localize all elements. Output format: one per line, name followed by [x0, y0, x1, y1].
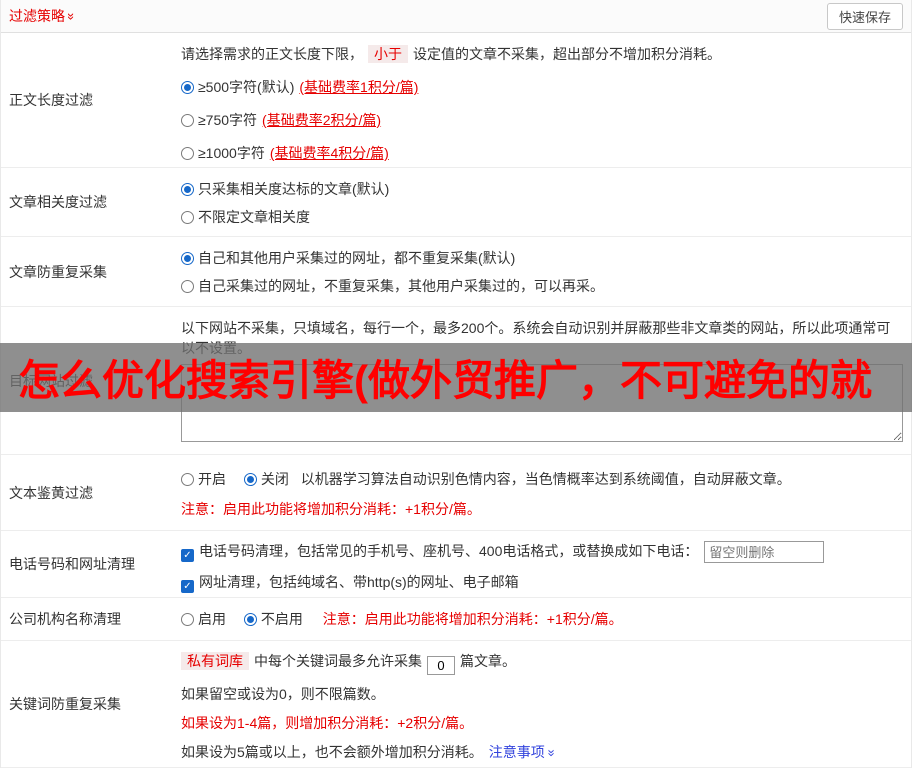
radio-option-dedup-self-only[interactable]: 自己采集过的网址，不重复采集，其他用户采集过的，可以再采。 [181, 276, 903, 296]
radio-label: 不限定文章相关度 [198, 209, 310, 225]
row-target-site-filter: 目标网站过滤 以下网站不采集，只填域名，每行一个，最多200个。系统会自动识别并… [1, 307, 911, 455]
radio-option-750-chars[interactable]: ≥750字符 (基础费率2积分/篇) [181, 110, 903, 130]
less-than-tag: 小于 [368, 45, 408, 63]
replacement-phone-input[interactable] [704, 541, 825, 564]
radio-label: 不启用 [260, 611, 303, 627]
row-label-target-site: 目标网站过滤 [9, 372, 93, 389]
company-cleanup-content: 启用 不启用 注意：启用此功能将增加积分消耗：+1积分/篇。 [173, 598, 911, 640]
row-body-length-filter: 正文长度过滤 请选择需求的正文长度下限， 小于 设定值的文章不采集，超出部分不增加积… [1, 33, 911, 168]
radio-option-1000-chars[interactable]: ≥1000字符 (基础费率4积分/篇) [181, 143, 903, 163]
keyword-line1-after: 篇文章。 [460, 653, 516, 669]
radio-icon[interactable] [181, 473, 194, 486]
body-length-intro: 请选择需求的正文长度下限， 小于 设定值的文章不采集，超出部分不增加积分消耗。 [181, 44, 903, 64]
row-phone-url-cleanup: 电话号码和网址清理 电话号码清理，包括常见的手机号、座机号、400电话格式，或替… [1, 531, 911, 598]
intro-text-after: 设定值的文章不采集，超出部分不增加积分消耗。 [413, 46, 721, 62]
checkbox-option-phone-cleanup[interactable]: 电话号码清理，包括常见的手机号、座机号、400电话格式，或替换成如下电话： [181, 541, 903, 564]
target-site-content: 以下网站不采集，只填域名，每行一个，最多200个。系统会自动识别并屏蔽那些非文章… [173, 307, 911, 454]
radio-option-relevance-on[interactable]: 只采集相关度达标的文章(默认) [181, 179, 903, 199]
radio-icon[interactable] [243, 613, 257, 626]
radio-label: 关闭 [260, 471, 289, 487]
chevron-down-double-icon: » [64, 12, 80, 21]
fee-rate-link[interactable]: (基础费率4积分/篇) [270, 145, 389, 161]
notes-link[interactable]: 注意事项» [488, 744, 560, 760]
notes-link-text: 注意事项 [488, 744, 545, 760]
checkbox-icon[interactable] [181, 580, 194, 594]
keyword-dedup-line1: 私有词库中每个关键词最多允许采集 篇文章。 [181, 651, 903, 675]
row-label-keyword-dedup: 关键词防重复采集 [9, 696, 121, 712]
radio-label: 只采集相关度达标的文章(默认) [198, 181, 390, 197]
page-title[interactable]: 过滤策略» [9, 6, 79, 26]
radio-label: 自己和其他用户采集过的网址，都不重复采集(默认) [198, 250, 516, 266]
company-cleanup-note: 注意：启用此功能将增加积分消耗：+1积分/篇。 [322, 611, 623, 627]
radio-option-company-on[interactable]: 启用 [181, 611, 226, 627]
filter-strategy-page: 过滤策略» 快速保存 正文长度过滤 请选择需求的正文长度下限， 小于 设定值的文章不… [0, 0, 912, 768]
keyword-dedup-line3: 如果设为1-4篇，则增加积分消耗：+2积分/篇。 [181, 715, 474, 731]
porn-filter-content: 开启 关闭 以机器学习算法自动识别色情内容，当色情概率达到系统阈值，自动屏蔽文章… [173, 455, 911, 530]
keyword-line1-mid: 中每个关键词最多允许采集 [254, 653, 422, 669]
target-site-desc: 以下网站不采集，只填域名，每行一个，最多200个。系统会自动识别并屏蔽那些非文章… [181, 320, 891, 356]
radio-icon[interactable] [181, 147, 194, 160]
row-label-relevance: 文章相关度过滤 [9, 194, 107, 210]
checkbox-label: 网址清理，包括纯域名、带http(s)的网址、电子邮箱 [199, 574, 519, 591]
radio-option-relevance-off[interactable]: 不限定文章相关度 [181, 207, 903, 227]
radio-label: ≥750字符 [198, 112, 258, 128]
porn-filter-desc: 以机器学习算法自动识别色情内容，当色情概率达到系统阈值，自动屏蔽文章。 [300, 471, 791, 487]
keyword-line4-text: 如果设为5篇或以上，也不会额外增加积分消耗。 [181, 744, 483, 760]
keyword-dedup-line2: 如果留空或设为0，则不限篇数。 [181, 686, 385, 702]
checkbox-label: 电话号码清理，包括常见的手机号、座机号、400电话格式，或替换成如下电话： [199, 543, 699, 559]
radio-icon[interactable] [181, 183, 194, 196]
body-length-content: 请选择需求的正文长度下限， 小于 设定值的文章不采集，超出部分不增加积分消耗。 ≥5… [173, 33, 911, 167]
radio-icon[interactable] [181, 114, 194, 127]
row-keyword-dedup: 关键词防重复采集 私有词库中每个关键词最多允许采集 篇文章。 如果留空或设为0，则… [1, 641, 911, 768]
topbar: 过滤策略» 快速保存 [1, 0, 911, 33]
radio-label: ≥1000字符 [198, 145, 265, 161]
relevance-content: 只采集相关度达标的文章(默认) 不限定文章相关度 [173, 168, 911, 236]
radio-icon[interactable] [181, 613, 194, 626]
porn-filter-options: 开启 关闭 以机器学习算法自动识别色情内容，当色情概率达到系统阈值，自动屏蔽文章… [181, 469, 903, 489]
keyword-dedup-content: 私有词库中每个关键词最多允许采集 篇文章。 如果留空或设为0，则不限篇数。 如果设… [173, 641, 911, 767]
row-label-phone-url: 电话号码和网址清理 [9, 556, 135, 572]
row-label-company-cleanup: 公司机构名称清理 [9, 611, 121, 627]
checkbox-icon[interactable] [181, 549, 194, 562]
radio-icon[interactable] [181, 81, 194, 94]
chevron-down-double-icon: » [544, 749, 560, 757]
radio-label: ≥500字符(默认) [198, 79, 295, 95]
row-porn-filter: 文本鉴黄过滤 开启 关闭 以机器学习算法自动识别色情内容，当色情概率达到系统阈值… [1, 455, 911, 531]
keyword-dedup-line4: 如果设为5篇或以上，也不会额外增加积分消耗。 注意事项» [181, 742, 903, 763]
row-label-porn-filter: 文本鉴黄过滤 [9, 484, 93, 501]
page-title-text: 过滤策略 [9, 8, 65, 24]
radio-icon[interactable] [181, 211, 194, 224]
row-label-body-length: 正文长度过滤 [9, 92, 93, 108]
quick-save-button[interactable]: 快速保存 [826, 2, 903, 30]
phone-url-content: 电话号码清理，包括常见的手机号、座机号、400电话格式，或替换成如下电话： 网址… [173, 531, 911, 597]
dedup-content: 自己和其他用户采集过的网址，都不重复采集(默认) 自己采集过的网址，不重复采集，… [173, 237, 911, 306]
company-cleanup-options: 启用 不启用 注意：启用此功能将增加积分消耗：+1积分/篇。 [181, 609, 903, 629]
porn-filter-note: 注意：启用此功能将增加积分消耗：+1积分/篇。 [181, 501, 481, 517]
radio-icon[interactable] [181, 252, 194, 265]
radio-option-company-off[interactable]: 不启用 [243, 611, 303, 627]
radio-option-500-chars[interactable]: ≥500字符(默认) (基础费率1积分/篇) [181, 77, 903, 97]
radio-option-porn-off[interactable]: 关闭 [243, 471, 289, 487]
radio-label: 启用 [198, 611, 226, 627]
row-company-name-cleanup: 公司机构名称清理 启用 不启用 注意：启用此功能将增加积分消耗：+1积分/篇。 [1, 598, 911, 641]
max-articles-input[interactable] [427, 656, 455, 675]
fee-rate-link[interactable]: (基础费率1积分/篇) [299, 79, 418, 95]
radio-icon[interactable] [243, 473, 257, 486]
radio-option-dedup-all-users[interactable]: 自己和其他用户采集过的网址，都不重复采集(默认) [181, 248, 903, 268]
radio-icon[interactable] [181, 280, 194, 293]
blocked-sites-textarea[interactable] [181, 364, 903, 442]
radio-option-porn-on[interactable]: 开启 [181, 471, 226, 487]
fee-rate-link[interactable]: (基础费率2积分/篇) [262, 112, 381, 128]
checkbox-option-url-cleanup[interactable]: 网址清理，包括纯域名、带http(s)的网址、电子邮箱 [181, 572, 903, 594]
radio-label: 开启 [198, 471, 226, 487]
row-dedup-collection: 文章防重复采集 自己和其他用户采集过的网址，都不重复采集(默认) 自己采集过的网… [1, 237, 911, 307]
row-relevance-filter: 文章相关度过滤 只采集相关度达标的文章(默认) 不限定文章相关度 [1, 168, 911, 237]
private-lexicon-tag[interactable]: 私有词库 [181, 652, 249, 670]
radio-label: 自己采集过的网址，不重复采集，其他用户采集过的，可以再采。 [198, 278, 604, 294]
row-label-dedup: 文章防重复采集 [9, 263, 107, 280]
intro-text-before: 请选择需求的正文长度下限， [181, 46, 363, 62]
